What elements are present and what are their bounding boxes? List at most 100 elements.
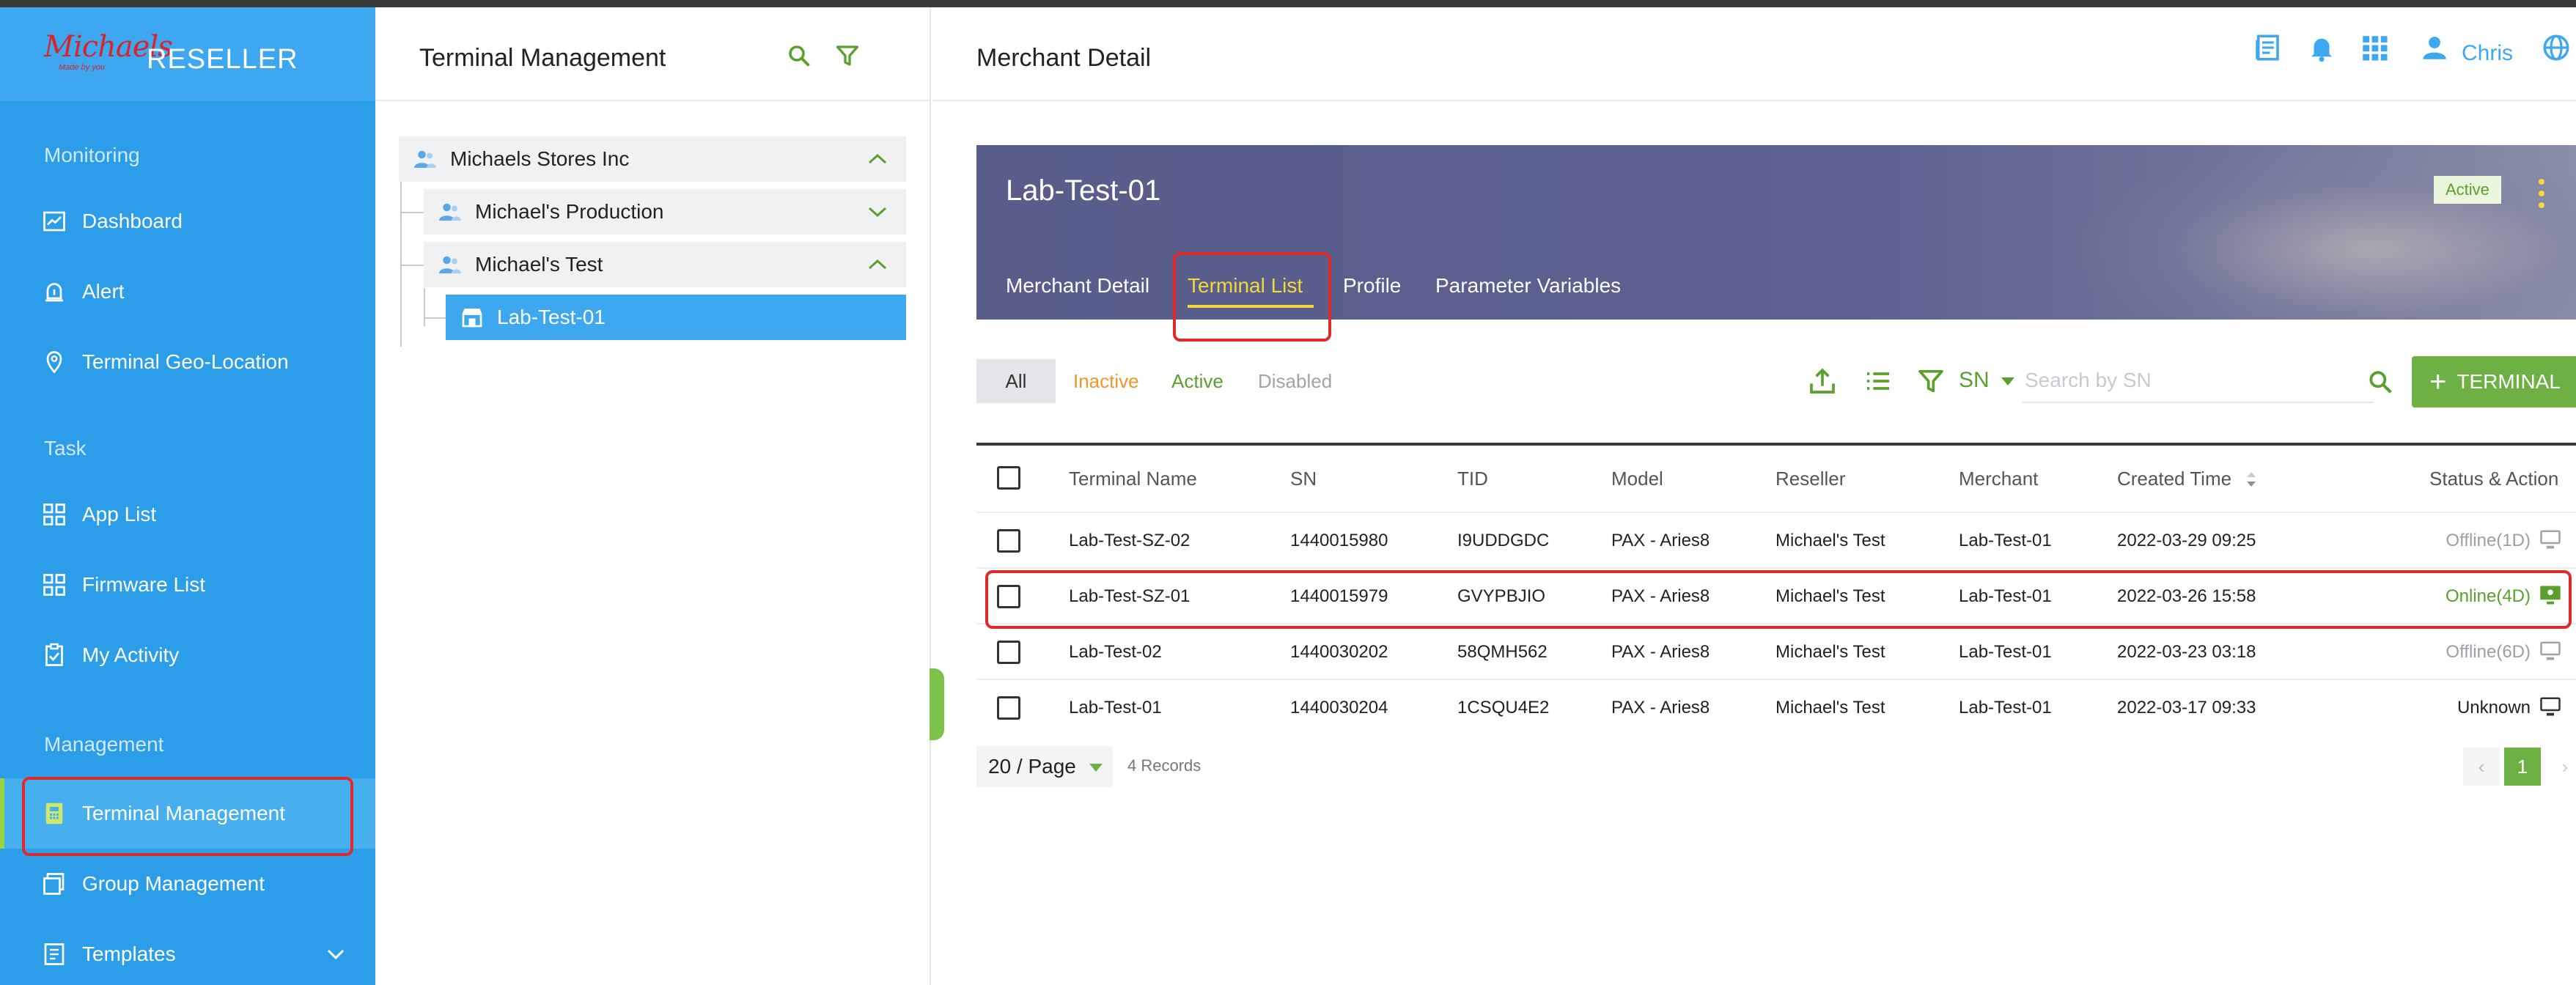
sidebar-item-label: Terminal Geo-Location: [82, 350, 289, 373]
sort-icon[interactable]: [2245, 471, 2258, 488]
filter-all[interactable]: All: [976, 359, 1056, 403]
users-icon: [439, 203, 461, 221]
page-size-select[interactable]: 20 / Page: [976, 746, 1113, 787]
chevron-down-icon[interactable]: [866, 204, 888, 219]
more-vertical-icon[interactable]: [2538, 177, 2545, 210]
logo-tagline: Made by you: [59, 63, 105, 72]
col-created-time[interactable]: Created Time: [2117, 468, 2231, 490]
highlight-box-tab: [1173, 252, 1331, 342]
sidebar-item-my-activity[interactable]: My Activity: [0, 620, 375, 690]
filter-inactive[interactable]: Inactive: [1069, 359, 1144, 403]
row-checkbox[interactable]: [997, 641, 1020, 664]
sidebar-item-alert[interactable]: Alert: [0, 257, 375, 327]
tree-node-michaels-test[interactable]: Michael's Test: [424, 242, 906, 287]
filter-icon[interactable]: [1916, 366, 1946, 396]
cell-status: Offline(1D): [2446, 531, 2531, 550]
sidebar-item-geo-location[interactable]: Terminal Geo-Location: [0, 327, 375, 397]
col-terminal-name[interactable]: Terminal Name: [1069, 468, 1197, 490]
tree-connector: [400, 265, 424, 266]
grid-icon: [43, 503, 65, 525]
sidebar-item-dashboard[interactable]: Dashboard: [0, 186, 375, 257]
sidebar-item-templates[interactable]: Templates: [0, 919, 375, 985]
sidebar-item-label: Group Management: [82, 872, 265, 895]
filter-icon[interactable]: [834, 43, 861, 69]
cell-merchant: Lab-Test-01: [1959, 698, 2052, 717]
cell-sn: 1440030202: [1290, 642, 1388, 662]
cell-tid: I9UDDGDC: [1457, 531, 1550, 550]
cell-created-time: 2022-03-23 03:18: [2117, 642, 2256, 662]
filter-active[interactable]: Active: [1167, 359, 1228, 403]
tab-merchant-detail[interactable]: Merchant Detail: [1006, 274, 1149, 298]
globe-icon[interactable]: [2541, 32, 2572, 63]
search-icon[interactable]: [786, 43, 812, 69]
row-checkbox[interactable]: [997, 529, 1020, 553]
page-size-value: 20 / Page: [988, 755, 1076, 778]
tab-profile[interactable]: Profile: [1343, 274, 1401, 298]
terminal-status-icon[interactable]: [2539, 696, 2561, 717]
sidebar-item-app-list[interactable]: App List: [0, 479, 375, 550]
caret-down-icon: [2001, 377, 2015, 385]
sidebar-item-label: Dashboard: [82, 210, 183, 232]
cell-terminal-name[interactable]: Lab-Test-SZ-02: [1069, 531, 1190, 551]
tree-node-michaels-stores[interactable]: Michaels Stores Inc: [399, 136, 906, 182]
sidebar-item-label: Firmware List: [82, 573, 206, 596]
col-tid[interactable]: TID: [1457, 468, 1488, 490]
prev-page-button[interactable]: ‹: [2463, 748, 2500, 786]
search-type-select[interactable]: SN: [1959, 368, 2015, 393]
col-sn[interactable]: SN: [1290, 468, 1317, 490]
chevron-down-icon[interactable]: [325, 947, 346, 962]
tree-connector: [400, 165, 402, 347]
search-input[interactable]: [2022, 359, 2374, 403]
table-row[interactable]: Lab-Test-01 1440030204 1CSQU4E2 PAX - Aries…: [976, 679, 2576, 734]
next-page-button[interactable]: ›: [2547, 748, 2576, 786]
table-row[interactable]: Lab-Test-02 1440030202 58QMH562 PAX - Aries…: [976, 623, 2576, 679]
filter-disabled[interactable]: Disabled: [1254, 359, 1336, 403]
add-terminal-button[interactable]: + TERMINAL: [2412, 356, 2576, 407]
cell-model: PAX - Aries8: [1611, 698, 1710, 717]
sidebar-item-label: App List: [82, 503, 157, 525]
template-icon: [44, 943, 65, 965]
tree-node-label: Michael's Test: [475, 253, 603, 276]
terminal-status-icon[interactable]: [2539, 529, 2561, 550]
search-icon[interactable]: [2366, 368, 2394, 396]
chevron-up-icon[interactable]: [866, 257, 888, 272]
tree-node-michaels-production[interactable]: Michael's Production: [424, 189, 906, 235]
list-icon[interactable]: [1863, 366, 1893, 396]
cell-reseller: Michael's Test: [1775, 531, 1885, 550]
tree-node-lab-test-01[interactable]: Lab-Test-01: [446, 295, 906, 340]
caret-down-icon: [1089, 764, 1103, 772]
cell-sn: 1440015980: [1290, 531, 1388, 550]
tab-parameter-variables[interactable]: Parameter Variables: [1435, 274, 1621, 298]
terminal-status-icon[interactable]: [2539, 641, 2561, 661]
cell-merchant: Lab-Test-01: [1959, 531, 2052, 550]
page-number-button[interactable]: 1: [2504, 748, 2541, 786]
tree-panel-header: Terminal Management: [375, 7, 930, 101]
brand-logo[interactable]: Michaels Made by you: [44, 31, 173, 75]
top-edge-bar: [0, 0, 2576, 7]
row-checkbox[interactable]: [997, 696, 1020, 720]
cell-terminal-name[interactable]: Lab-Test-02: [1069, 642, 1162, 663]
panel-collapse-handle[interactable]: [930, 668, 944, 740]
col-merchant[interactable]: Merchant: [1959, 468, 2038, 490]
cell-tid: 1CSQU4E2: [1457, 698, 1550, 717]
sidebar-item-firmware-list[interactable]: Firmware List: [0, 550, 375, 620]
tree-connector: [424, 288, 425, 326]
cell-terminal-name[interactable]: Lab-Test-01: [1069, 698, 1162, 718]
clipboard-icon: [45, 643, 63, 666]
sidebar-item-group-management[interactable]: Group Management: [0, 849, 375, 919]
user-name[interactable]: Chris: [2462, 41, 2513, 66]
col-reseller[interactable]: Reseller: [1775, 468, 1845, 490]
book-icon[interactable]: [2252, 32, 2283, 63]
cell-created-time: 2022-03-17 09:33: [2117, 698, 2256, 717]
table-header: Terminal Name SN TID Model Reseller Merc…: [976, 443, 2576, 512]
bell-icon[interactable]: [2306, 32, 2337, 63]
select-all-checkbox[interactable]: [997, 466, 1020, 490]
col-model[interactable]: Model: [1611, 468, 1663, 490]
user-icon[interactable]: [2419, 32, 2450, 63]
table-row[interactable]: Lab-Test-SZ-02 1440015980 I9UDDGDC PAX - Ar…: [976, 512, 2576, 567]
chevron-up-icon[interactable]: [866, 152, 888, 166]
users-icon: [439, 256, 461, 273]
tree-node-label: Lab-Test-01: [497, 306, 606, 328]
apps-grid-icon[interactable]: [2359, 32, 2390, 63]
export-icon[interactable]: [1808, 366, 1837, 396]
